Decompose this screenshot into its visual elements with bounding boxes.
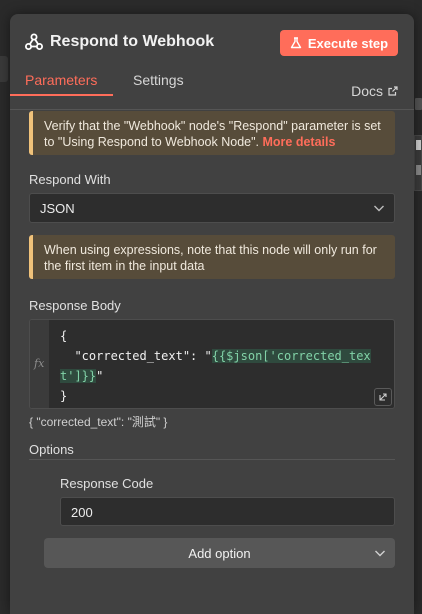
code-line-2-expression: {{$json['corrected_tex xyxy=(211,349,371,363)
tab-parameters-label: Parameters xyxy=(25,72,98,88)
canvas-element xyxy=(415,98,422,110)
code-line-3-expression: t']}} xyxy=(60,369,97,383)
panel-header: Respond to Webhook Execute step xyxy=(10,14,414,70)
node-details-panel: Respond to Webhook Execute step Paramete… xyxy=(10,14,414,614)
code-line-4: } xyxy=(60,389,68,403)
respond-with-label: Respond With xyxy=(29,172,111,187)
docs-label: Docs xyxy=(351,82,383,99)
active-tab-indicator xyxy=(10,94,113,96)
node-title: Respond to Webhook xyxy=(50,33,215,50)
code-line-2-key: "corrected_text": " xyxy=(60,349,212,363)
response-code-label: Response Code xyxy=(60,476,154,491)
tab-settings-label: Settings xyxy=(133,72,184,88)
expression-result-preview: { "corrected_text": "測試" } xyxy=(29,415,168,429)
canvas-element xyxy=(416,165,421,175)
webhook-config-notice: Verify that the "Webhook" node's "Respon… xyxy=(29,111,395,155)
panel-tabs: Parameters Settings Docs xyxy=(10,70,414,110)
response-body-editor[interactable]: fx { "corrected_text": "{{$json['correct… xyxy=(29,319,395,409)
chevron-down-icon xyxy=(375,550,385,557)
webhook-icon xyxy=(24,32,44,52)
tab-parameters[interactable]: Parameters xyxy=(25,70,97,110)
execute-step-button[interactable]: Execute step xyxy=(280,30,398,56)
flask-icon xyxy=(290,37,302,49)
notice-text: When using expressions, note that this n… xyxy=(44,243,377,273)
chevron-down-icon xyxy=(374,205,384,212)
canvas-element xyxy=(416,140,421,150)
code-line-3-tail: " xyxy=(96,369,104,383)
external-link-icon xyxy=(388,85,398,96)
expression-notice: When using expressions, note that this n… xyxy=(29,235,395,279)
code-content: { "corrected_text": "{{$json['corrected_… xyxy=(60,326,371,406)
code-line-1: { xyxy=(60,329,68,343)
more-details-link[interactable]: More details xyxy=(263,135,336,149)
response-code-input[interactable]: 200 xyxy=(60,497,395,526)
add-option-label: Add option xyxy=(188,545,251,561)
expression-fx-icon: fx xyxy=(34,357,45,370)
add-option-button[interactable]: Add option xyxy=(44,538,395,568)
canvas-backdrop-right xyxy=(414,0,422,601)
response-code-value: 200 xyxy=(71,505,93,520)
expand-editor-button[interactable] xyxy=(374,388,392,406)
respond-with-value: JSON xyxy=(40,201,75,216)
execute-step-label: Execute step xyxy=(307,35,389,51)
expand-icon xyxy=(379,393,387,401)
respond-with-select[interactable]: JSON xyxy=(29,193,395,223)
docs-link[interactable]: Docs xyxy=(351,70,398,110)
tab-settings[interactable]: Settings xyxy=(133,70,184,110)
response-body-label: Response Body xyxy=(29,298,121,313)
options-divider xyxy=(29,459,395,460)
options-header: Options xyxy=(29,442,74,457)
canvas-backdrop-left xyxy=(0,0,10,601)
canvas-selected-item xyxy=(0,56,8,82)
